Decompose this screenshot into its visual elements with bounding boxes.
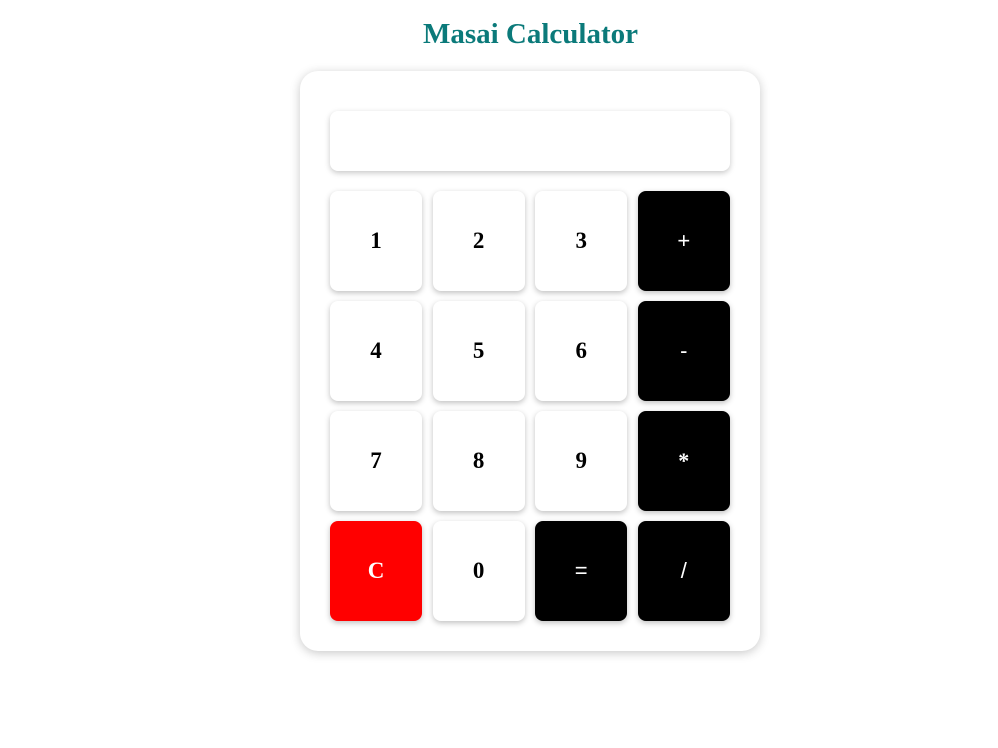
key-multiply[interactable]: * [637,411,730,511]
keypad: 1 2 3 + 4 5 6 - 7 8 9 * C 0 = / [330,191,730,621]
key-9[interactable]: 9 [535,411,628,511]
key-1[interactable]: 1 [330,191,422,291]
key-5[interactable]: 5 [432,301,525,401]
key-4[interactable]: 4 [330,301,422,401]
key-minus[interactable]: - [637,301,730,401]
key-clear[interactable]: C [330,521,422,621]
key-8[interactable]: 8 [432,411,525,511]
key-0[interactable]: 0 [432,521,525,621]
key-7[interactable]: 7 [330,411,422,511]
calculator-display[interactable] [330,111,730,171]
page-title: Masai Calculator [422,18,639,50]
key-divide[interactable]: / [637,521,730,621]
key-2[interactable]: 2 [432,191,525,291]
calculator-panel: 1 2 3 + 4 5 6 - 7 8 9 * C 0 = / [300,71,760,651]
key-3[interactable]: 3 [535,191,628,291]
key-plus[interactable]: + [637,191,730,291]
key-equals[interactable]: = [535,521,628,621]
key-6[interactable]: 6 [535,301,628,401]
